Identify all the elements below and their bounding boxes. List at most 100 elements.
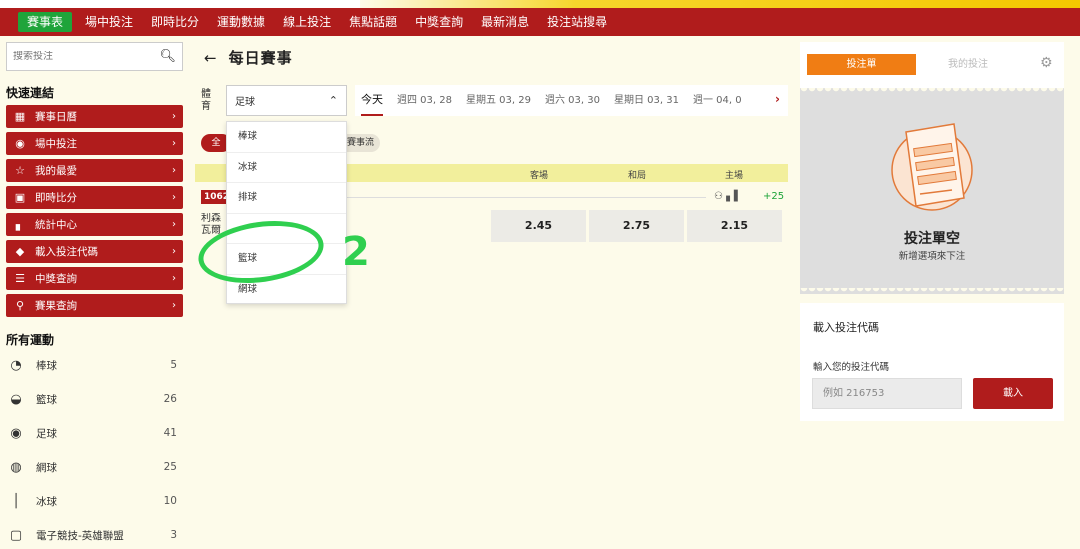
nav-hot-topics[interactable]: 焦點話題 (340, 12, 406, 32)
sport-basketball[interactable]: ◒ 籃球 26 (6, 382, 183, 416)
nav-prize-check[interactable]: 中獎查詢 (406, 12, 472, 32)
nav-news[interactable]: 最新消息 (472, 12, 538, 32)
calendar-icon: ▦ (14, 110, 26, 123)
betslip-empty-title: 投注單空 (904, 231, 960, 247)
quick-link-label: 我的最愛 (35, 165, 77, 177)
tab-my-bets[interactable]: 我的投注 (948, 54, 988, 75)
tab-betslip[interactable]: 投注單 (807, 54, 916, 75)
quick-link-label: 載入投注代碼 (35, 246, 98, 258)
dropdown-option-baseball[interactable]: 棒球 (227, 122, 346, 153)
sport-label: 冰球 (36, 495, 57, 508)
sport-select-label: 體育 (201, 89, 211, 112)
chevron-right-icon: › (172, 192, 176, 203)
search-input[interactable] (13, 51, 160, 62)
odds-draw-button[interactable]: 2.75 (589, 210, 684, 242)
match-divider (346, 197, 706, 198)
sport-count: 25 (163, 461, 177, 473)
quick-link-results[interactable]: ⚲ 賽果查詢 › (6, 294, 183, 317)
date-tab[interactable]: 星期五 03, 29 (466, 85, 531, 116)
live-icon: ◉ (15, 137, 25, 150)
chevron-right-icon: › (172, 111, 176, 122)
tag-icon: ◆ (15, 245, 25, 258)
search-box[interactable]: 🔍︎ (6, 42, 183, 71)
quick-link-live[interactable]: ◉ 場中投注 › (6, 132, 183, 155)
chevron-right-icon: › (172, 300, 176, 311)
main-nav: 賽事表 場中投注 即時比分 運動數據 線上投注 焦點話題 中獎查詢 最新消息 投… (0, 8, 1080, 36)
quick-link-load-code[interactable]: ◆ 載入投注代碼 › (6, 240, 183, 263)
nav-online-betting[interactable]: 線上投注 (274, 12, 340, 32)
back-arrow-icon[interactable]: ← (204, 49, 217, 67)
date-tab-today[interactable]: 今天 (361, 85, 383, 116)
quick-link-label: 場中投注 (35, 138, 77, 150)
date-strip: 今天 週四 03, 28 星期五 03, 29 週六 03, 30 星期日 03… (355, 85, 788, 116)
gear-icon[interactable]: ⚙ (1040, 55, 1053, 71)
sport-select-value: 足球 (235, 97, 255, 108)
star-icon: ☆ (15, 164, 25, 177)
sport-tennis[interactable]: ◍ 網球 25 (6, 450, 183, 484)
nav-store-search[interactable]: 投注站搜尋 (538, 12, 616, 32)
search-icon: ⚲ (15, 299, 25, 312)
odds-away-button[interactable]: 2.45 (491, 210, 586, 242)
quick-link-prize[interactable]: ☰ 中獎查詢 › (6, 267, 183, 290)
quick-link-label: 即時比分 (35, 192, 77, 204)
tennis-icon: ◍ (10, 459, 22, 475)
sport-label: 足球 (36, 427, 57, 440)
dropdown-option-volleyball[interactable]: 排球 (227, 183, 346, 214)
odds-home-button[interactable]: 2.15 (687, 210, 782, 242)
team-line: 利森 (201, 213, 221, 224)
date-tab[interactable]: 週一 04, 0 (693, 85, 742, 116)
date-tab[interactable]: 週六 03, 30 (545, 85, 600, 116)
quick-links-title: 快速連結 (6, 86, 55, 100)
load-code-button[interactable]: 載入 (973, 378, 1053, 409)
quick-link-label: 統計中心 (35, 219, 77, 231)
search-icon[interactable]: 🔍︎ (159, 49, 176, 64)
quick-link-favorites[interactable]: ☆ 我的最愛 › (6, 159, 183, 182)
zigzag-divider (800, 88, 1064, 94)
top-stripe-yellow (360, 0, 1080, 8)
empty-ticket-illustration (891, 123, 973, 211)
dropdown-option-hockey[interactable]: 冰球 (227, 153, 346, 183)
nav-schedule[interactable]: 賽事表 (18, 12, 73, 32)
bet-code-input[interactable]: 例如 216753 (812, 378, 962, 409)
gamepad-icon: ▢ (9, 527, 23, 543)
sport-count: 10 (163, 495, 177, 507)
more-markets-link[interactable]: +25 (763, 191, 784, 202)
page-title: 每日賽事 (228, 49, 293, 67)
date-tab[interactable]: 星期日 03, 31 (614, 85, 679, 116)
sport-hockey[interactable]: │ 冰球 10 (6, 484, 183, 518)
clipboard-icon: ☰ (15, 272, 25, 285)
chevron-right-icon: › (172, 165, 176, 176)
sport-soccer[interactable]: ◉ 足球 41 (6, 416, 183, 450)
quick-link-stats[interactable]: ▖ 統計中心 › (6, 213, 183, 236)
betslip-empty-subtitle: 新增選項來下注 (898, 251, 966, 262)
quick-link-label: 中獎查詢 (35, 273, 77, 285)
bet-code-subtitle: 輸入您的投注代碼 (813, 362, 890, 373)
sport-label: 網球 (36, 461, 57, 474)
soccer-icon: ◉ (10, 425, 22, 441)
sport-count: 26 (163, 393, 177, 405)
main-header: ← 每日賽事 (204, 47, 293, 68)
sport-select[interactable]: 足球 ⌃ (226, 85, 347, 116)
header-draw: 和局 (628, 171, 647, 181)
quick-link-calendar[interactable]: ▦ 賽事日曆 › (6, 105, 183, 128)
sport-baseball[interactable]: ◔ 棒球 5 (6, 348, 183, 382)
nav-live-betting[interactable]: 場中投注 (76, 12, 142, 32)
quick-link-label: 賽事日曆 (35, 111, 77, 123)
sport-count: 41 (163, 427, 177, 439)
sport-esports-lol[interactable]: ▢ 電子競技-英雄聯盟 3 (6, 518, 183, 549)
all-sports-title: 所有運動 (6, 333, 55, 347)
chevron-right-icon: › (172, 219, 176, 230)
chevron-right-icon[interactable]: › (775, 92, 780, 106)
nav-live-score[interactable]: 即時比分 (142, 12, 208, 32)
bet-code-title: 載入投注代碼 (813, 321, 879, 334)
date-tab[interactable]: 週四 03, 28 (397, 85, 452, 116)
header-home: 主場 (725, 171, 744, 181)
stats-icon: ▖ (15, 218, 25, 231)
chevron-up-icon: ⌃ (328, 94, 338, 107)
scoreboard-icon: ▣ (14, 191, 26, 204)
stats-icon[interactable]: ⚇ ▖▌ (714, 191, 742, 202)
nav-sports-data[interactable]: 運動數據 (208, 12, 274, 32)
sport-label: 籃球 (36, 393, 57, 406)
quick-link-scores[interactable]: ▣ 即時比分 › (6, 186, 183, 209)
sport-count: 5 (170, 359, 177, 371)
